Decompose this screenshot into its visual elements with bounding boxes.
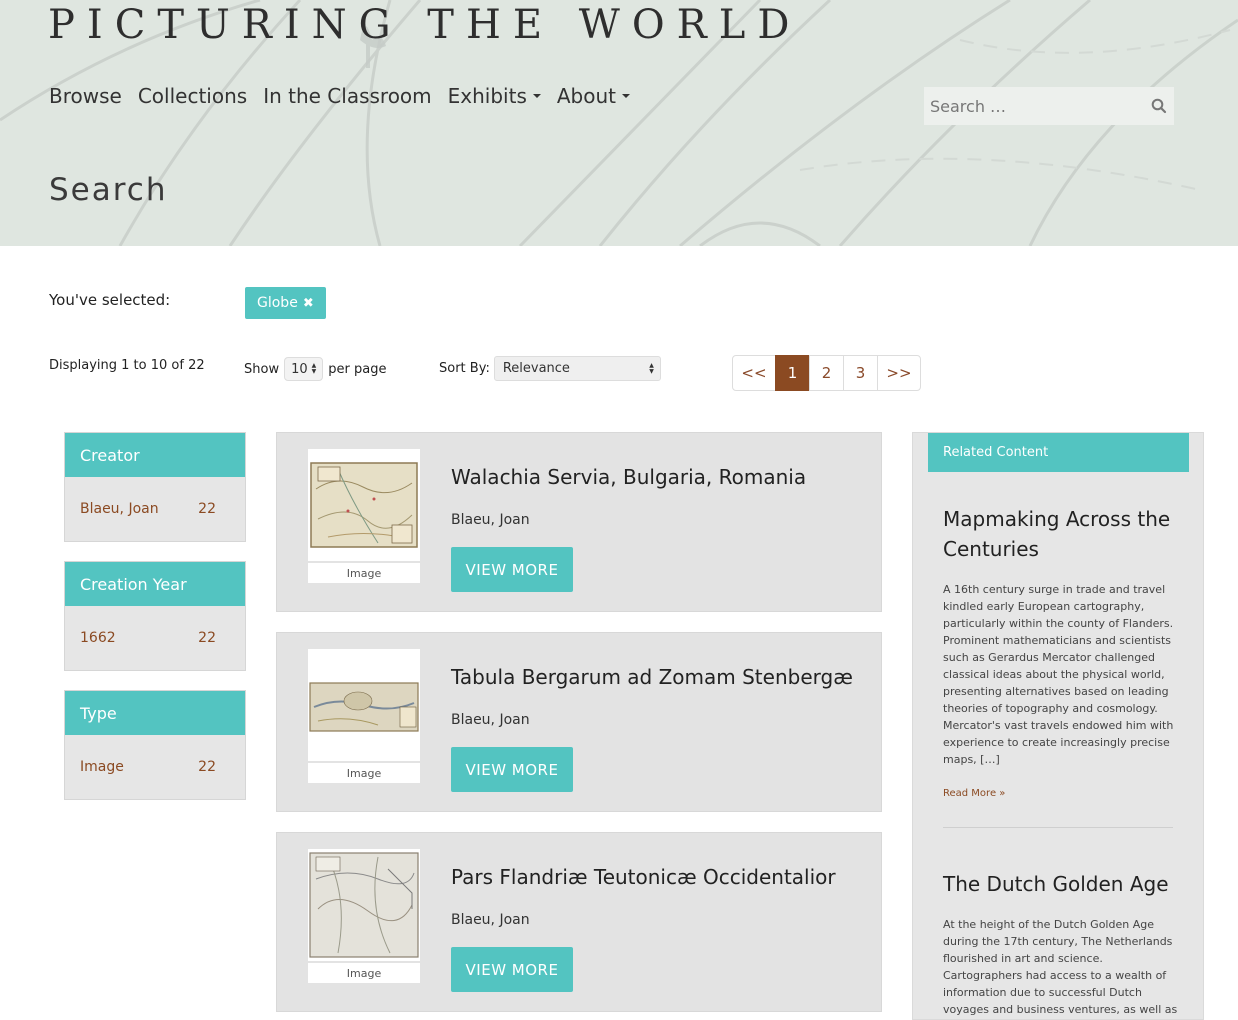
facet-creator: Creator Blaeu, Joan 22 [64,432,246,542]
nav-browse[interactable]: Browse [49,84,122,108]
page-title: Search [49,172,168,208]
per-page-label: per page [328,361,387,377]
related-article-excerpt: A 16th century surge in trade and travel… [943,583,1174,766]
caret-down-icon [532,94,541,98]
facet-title[interactable]: Creation Year [65,562,245,606]
nav-about[interactable]: About [556,84,631,108]
nav-exhibits[interactable]: Exhibits [448,84,541,108]
result-thumbnail[interactable] [308,849,420,961]
facet-creation-year: Creation Year 1662 22 [64,561,246,671]
nav-label: Browse [49,84,122,108]
nav-label: Exhibits [447,84,527,108]
result-creator: Blaeu, Joan [451,912,530,928]
related-content-sidebar: Related Content Mapmaking Across the Cen… [912,432,1204,1020]
result-type-label: Image [308,563,420,583]
selected-facet-label: Globe [257,295,298,311]
result-type-label: Image [308,963,420,983]
facet-title[interactable]: Creator [65,433,245,477]
related-article-title[interactable]: The Dutch Golden Age [943,869,1183,899]
per-page-value: 10 [291,361,308,377]
related-content-heading: Related Content [928,433,1189,472]
per-page-select[interactable]: 10 ▲ ▼ [284,357,324,381]
site-title[interactable]: PICTURING THE WORLD [48,2,801,48]
map-thumbnail-image [309,852,419,958]
result-thumbnail[interactable] [308,449,420,561]
divider [943,827,1173,828]
caret-down-icon [622,94,631,98]
view-more-button[interactable]: VIEW MORE [451,947,573,992]
result-title[interactable]: Tabula Bergarum ad Zomam Stenbergæ [451,665,853,689]
facet-type: Type Image 22 [64,690,246,800]
page-next-button[interactable]: >> [877,355,921,391]
nav-label: In the Classroom [263,84,432,108]
map-thumbnail-image [309,682,419,732]
nav-in-the-classroom[interactable]: In the Classroom [263,84,431,108]
selected-label: You've selected: [49,291,171,309]
result-thumbnail[interactable] [308,649,420,761]
sort-control: Sort By: Relevance ▲ ▼ [439,356,661,381]
select-arrows-icon: ▲ ▼ [311,362,317,375]
search-icon[interactable] [1144,87,1174,125]
result-creator: Blaeu, Joan [451,712,530,728]
site-header: PICTURING THE WORLD Browse Collections I… [0,0,1238,246]
pagination: << 1 2 3 >> [732,355,921,391]
selected-facet-pill[interactable]: Globe ✖ [245,287,326,319]
main-nav: Browse Collections In the Classroom Exhi… [49,84,646,108]
sort-value: Relevance [502,361,570,376]
result-card: Image Tabula Bergarum ad Zomam Stenbergæ… [276,632,882,812]
nav-label: Collections [137,84,248,108]
page-1-button[interactable]: 1 [775,355,810,391]
facet-option[interactable]: 1662 22 [65,606,245,670]
search-input[interactable] [924,87,1144,125]
facet-option[interactable]: Blaeu, Joan 22 [65,477,245,541]
show-label: Show [244,361,280,377]
per-page-control: Show 10 ▲ ▼ per page [244,357,386,381]
view-more-button[interactable]: VIEW MORE [451,547,573,592]
result-creator: Blaeu, Joan [451,512,530,528]
remove-icon[interactable]: ✖ [303,296,314,311]
nav-label: About [556,84,617,108]
facet-option-label: Image [80,759,124,775]
search-box [924,87,1174,125]
facet-option-label: 1662 [80,630,116,646]
facet-title[interactable]: Type [65,691,245,735]
facet-option-label: Blaeu, Joan [80,501,159,517]
page-2-button[interactable]: 2 [809,355,844,391]
page-prev-button[interactable]: << [732,355,776,391]
map-thumbnail-image [310,462,418,548]
facet-option[interactable]: Image 22 [65,735,245,799]
facet-option-count: 22 [198,501,216,517]
result-title[interactable]: Pars Flandriæ Teutonicæ Occidentalior [451,865,836,889]
related-article-excerpt: At the height of the Dutch Golden Age du… [943,918,1178,1016]
facet-option-count: 22 [198,759,216,775]
result-type-label: Image [308,763,420,783]
nav-collections[interactable]: Collections [138,84,247,108]
result-card: Image Pars Flandriæ Teutonicæ Occidental… [276,832,882,1012]
read-more-link[interactable]: Read More » [943,788,1005,799]
select-arrows-icon: ▲ ▼ [649,361,654,375]
result-card: Image Walachia Servia, Bulgaria, Romania… [276,432,882,612]
sort-label: Sort By: [439,361,490,376]
facet-option-count: 22 [198,630,216,646]
result-title[interactable]: Walachia Servia, Bulgaria, Romania [451,465,806,489]
page-3-button[interactable]: 3 [843,355,878,391]
view-more-button[interactable]: VIEW MORE [451,747,573,792]
results-count: Displaying 1 to 10 of 22 [49,358,205,373]
sort-select[interactable]: Relevance ▲ ▼ [493,356,661,381]
related-article-title[interactable]: Mapmaking Across the Centuries [943,504,1183,564]
related-content-panel: Related Content Mapmaking Across the Cen… [928,433,1189,1020]
